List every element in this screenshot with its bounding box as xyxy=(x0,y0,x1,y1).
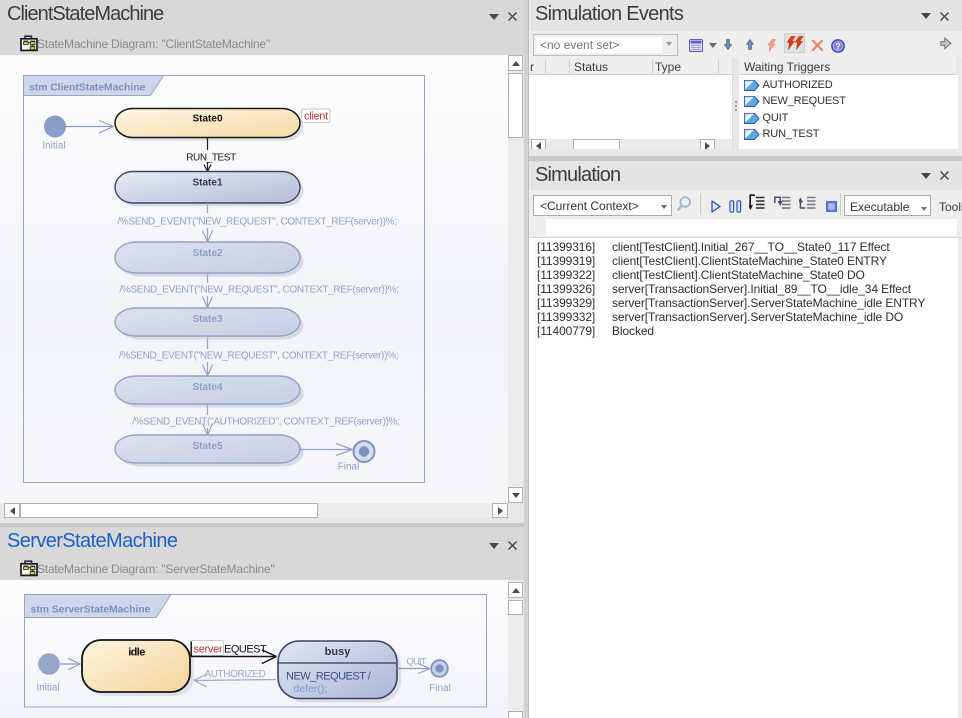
svg-text:stm ClientStateMachine: stm ClientStateMachine xyxy=(29,82,146,94)
svg-text:Initial: Initial xyxy=(36,683,59,694)
svg-text:server: server xyxy=(194,644,223,656)
svg-text:Initial: Initial xyxy=(42,141,65,152)
svg-text:Final: Final xyxy=(429,683,451,694)
svg-text:defer();: defer(); xyxy=(294,683,328,695)
svg-text:Final: Final xyxy=(338,462,360,473)
svg-text:State4: State4 xyxy=(192,382,222,393)
svg-text:RUN_TEST: RUN_TEST xyxy=(186,153,236,164)
svg-text:idle: idle xyxy=(128,647,145,659)
svg-text:/%SEND_EVENT("AUTHORIZED", CON: /%SEND_EVENT("AUTHORIZED", CONTEXT_REF(s… xyxy=(132,417,399,428)
svg-text:/%SEND_EVENT("NEW_REQUEST", CO: /%SEND_EVENT("NEW_REQUEST", CONTEXT_REF(… xyxy=(119,351,398,362)
svg-text:NEW_REQUEST /: NEW_REQUEST / xyxy=(286,671,372,683)
svg-text:stm ServerStateMachine: stm ServerStateMachine xyxy=(31,604,151,616)
svg-text:State2: State2 xyxy=(192,248,222,259)
svg-text:State0: State0 xyxy=(192,114,222,125)
svg-text:AUTHORIZED: AUTHORIZED xyxy=(205,669,266,680)
svg-text:/%SEND_EVENT("NEW_REQUEST", CO: /%SEND_EVENT("NEW_REQUEST", CONTEXT_REF(… xyxy=(117,217,396,228)
svg-text:State3: State3 xyxy=(192,314,222,325)
svg-text:client: client xyxy=(304,111,328,123)
svg-text:State1: State1 xyxy=(192,178,222,189)
svg-text:busy: busy xyxy=(325,646,352,658)
svg-text:/%SEND_EVENT("NEW_REQUEST", CO: /%SEND_EVENT("NEW_REQUEST", CONTEXT_REF(… xyxy=(119,285,398,296)
svg-text:?: ? xyxy=(835,41,841,51)
svg-text:EQUEST: EQUEST xyxy=(224,644,267,656)
svg-text:State5: State5 xyxy=(192,441,222,452)
